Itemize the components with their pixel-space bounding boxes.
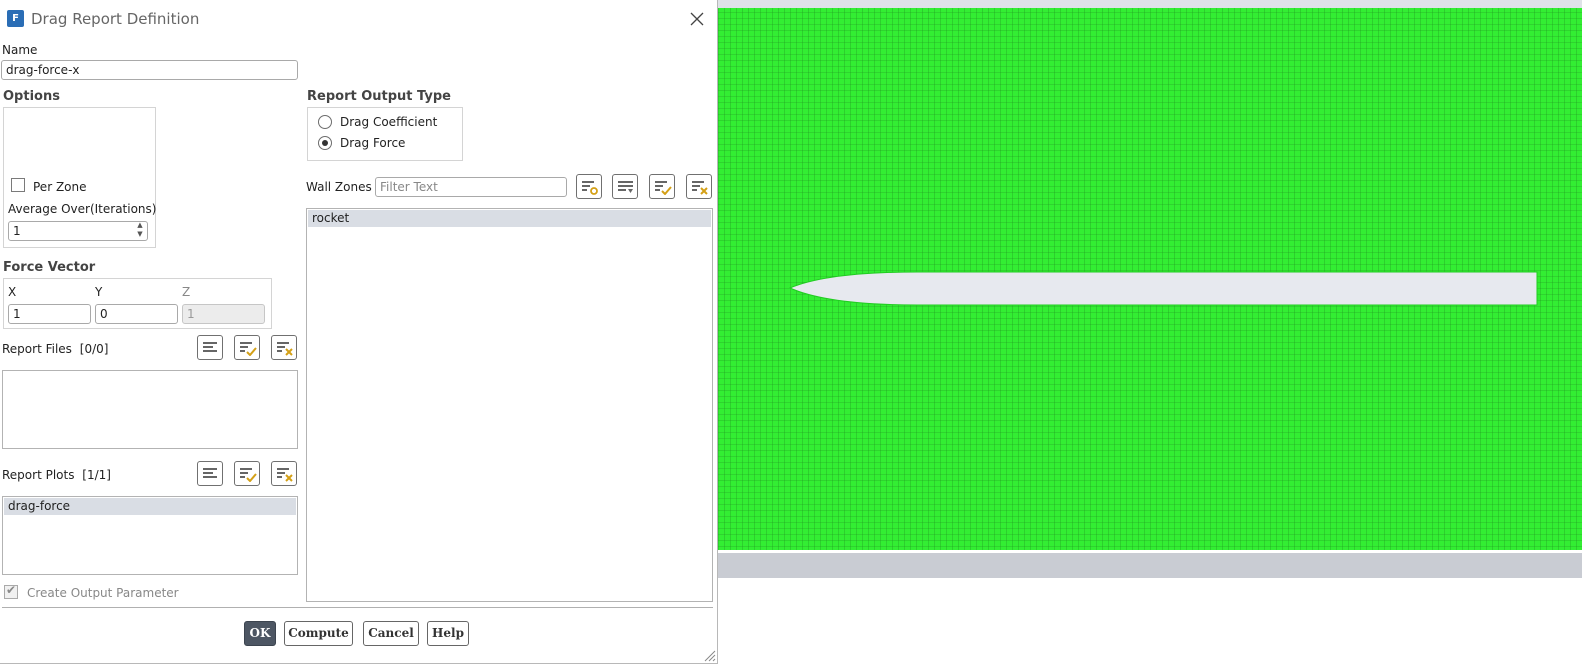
per-zone-label: Per Zone	[33, 180, 87, 194]
close-icon[interactable]	[686, 8, 708, 30]
report-plots-title: Report Plots	[2, 468, 75, 482]
cancel-button[interactable]: Cancel	[363, 621, 419, 646]
average-over-spinner[interactable]: ▲ ▼	[134, 221, 146, 241]
force-y-label: Y	[95, 285, 103, 299]
create-output-parameter-checkbox: ✔	[4, 583, 18, 599]
dialog-title: Drag Report Definition	[31, 10, 200, 28]
list-icon	[203, 468, 217, 478]
deselect-all-icon	[277, 468, 293, 482]
wall-zones-list-button[interactable]	[612, 174, 638, 199]
wall-zones-deselect-all-button[interactable]	[686, 174, 712, 199]
report-plots-list[interactable]: drag-force	[2, 496, 298, 575]
drag-coefficient-label: Drag Coefficient	[340, 115, 438, 129]
name-label: Name	[2, 43, 38, 57]
spin-down-icon[interactable]: ▼	[134, 230, 146, 239]
checkmark-icon: ✔	[6, 583, 17, 597]
compute-button[interactable]: Compute	[284, 621, 353, 646]
resize-grip-icon[interactable]	[702, 648, 716, 662]
average-over-label: Average Over(Iterations)	[8, 202, 157, 216]
select-all-icon	[655, 181, 672, 195]
options-heading: Options	[3, 89, 60, 104]
select-all-icon	[240, 468, 257, 482]
select-all-icon	[240, 342, 257, 356]
wall-zones-filter-match-button[interactable]	[576, 174, 602, 199]
graphics-viewport[interactable]	[718, 0, 1582, 672]
drag-report-definition-dialog: F Drag Report Definition Name Options Pe…	[0, 0, 718, 664]
viewport-bottom-area	[718, 578, 1582, 672]
help-button[interactable]: Help	[427, 621, 469, 646]
list-item[interactable]: drag-force	[4, 498, 296, 515]
per-zone-checkbox[interactable]	[11, 178, 25, 192]
footer-separator	[2, 607, 713, 608]
spin-up-icon[interactable]: ▲	[134, 221, 146, 230]
report-output-type-heading: Report Output Type	[307, 89, 451, 104]
list-dropdown-icon	[618, 181, 633, 193]
dialog-titlebar[interactable]: F Drag Report Definition	[0, 0, 717, 38]
report-plots-list-button[interactable]	[197, 461, 223, 486]
wall-zones-list[interactable]: rocket	[306, 208, 713, 602]
report-plots-count: [1/1]	[82, 468, 111, 482]
fluent-app-icon: F	[7, 10, 24, 27]
force-x-label: X	[8, 285, 17, 299]
report-files-count: [0/0]	[79, 342, 109, 356]
deselect-all-icon	[692, 181, 708, 195]
force-x-input[interactable]	[8, 304, 91, 324]
report-files-deselect-all-button[interactable]	[271, 335, 297, 360]
wall-zones-filter-input[interactable]	[375, 177, 567, 197]
force-vector-heading: Force Vector	[3, 260, 96, 275]
report-plots-deselect-all-button[interactable]	[271, 461, 297, 486]
force-z-label: Z	[182, 285, 191, 299]
report-files-select-all-button[interactable]	[234, 335, 260, 360]
filter-match-icon	[582, 181, 598, 195]
list-icon	[203, 342, 217, 352]
create-output-parameter-label: Create Output Parameter	[27, 586, 179, 600]
report-files-list[interactable]	[2, 370, 298, 449]
list-item[interactable]: rocket	[308, 210, 711, 227]
viewport-bottom-bar	[718, 553, 1582, 578]
radio-selected-dot	[322, 140, 328, 146]
average-over-input[interactable]	[8, 221, 148, 241]
name-input[interactable]	[1, 60, 298, 80]
mesh-display[interactable]	[718, 0, 1582, 553]
force-z-input	[182, 304, 265, 324]
report-plots-select-all-button[interactable]	[234, 461, 260, 486]
drag-force-label: Drag Force	[340, 136, 406, 150]
report-files-title: Report Files	[2, 342, 72, 356]
wall-zones-label: Wall Zones	[306, 180, 372, 194]
drag-coefficient-radio[interactable]	[318, 115, 332, 129]
report-files-list-button[interactable]	[197, 335, 223, 360]
wall-zones-select-all-button[interactable]	[649, 174, 675, 199]
ok-button[interactable]: OK	[244, 621, 276, 646]
report-files-label: Report Files [0/0]	[2, 342, 108, 356]
report-plots-label: Report Plots [1/1]	[2, 468, 111, 482]
force-y-input[interactable]	[95, 304, 178, 324]
deselect-all-icon	[277, 342, 293, 356]
drag-force-radio[interactable]	[318, 136, 332, 150]
